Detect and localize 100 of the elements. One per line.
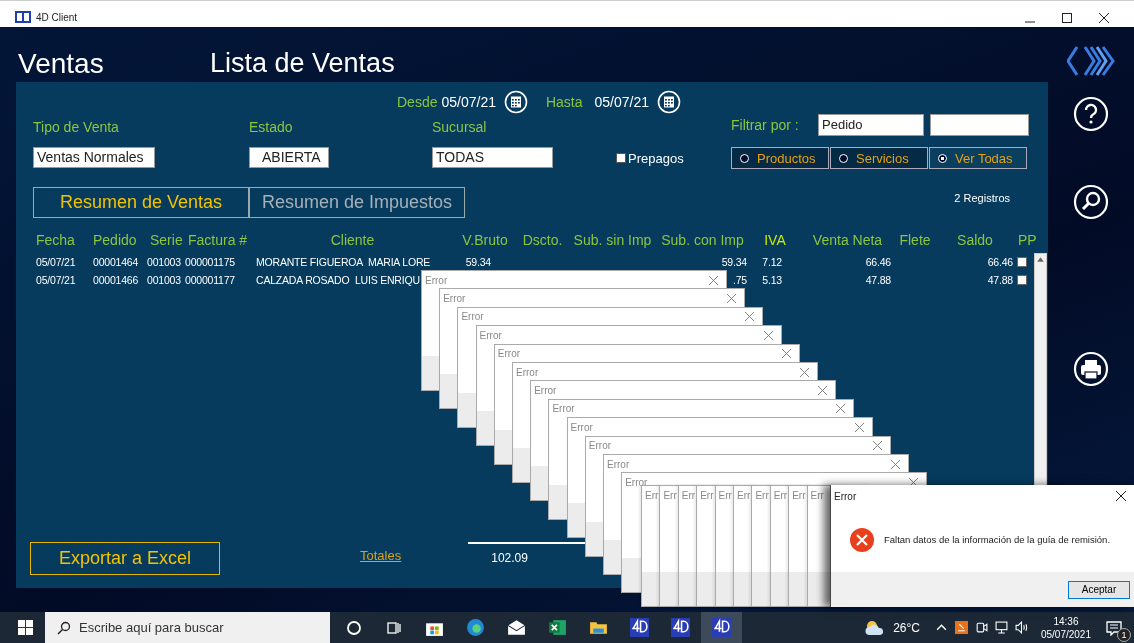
error-dialog-title: Err (737, 489, 751, 501)
spreadsheet-icon (547, 617, 568, 638)
table-cell-text: 47.88 (987, 273, 1014, 288)
sale-type-label: Tipo de Venta (33, 118, 120, 136)
record-count: 2 Registros (954, 192, 1010, 206)
error-dialog-title: Error (443, 292, 466, 304)
error-dialog-title: Error (516, 366, 539, 378)
envelope-icon (506, 617, 527, 638)
table-cell-text: 05/07/21 (35, 273, 77, 288)
browser-icon (465, 617, 486, 638)
scroll-up-icon[interactable] (1035, 254, 1046, 265)
help-icon[interactable] (1073, 96, 1109, 132)
column-header: Factura # (187, 232, 249, 248)
module-title: Ventas (18, 47, 105, 80)
to-label: Hasta (545, 94, 583, 110)
prepaid-checkbox[interactable] (616, 153, 626, 163)
table-cell-text: 5.13 (762, 273, 783, 288)
error-dialog-title: Err (645, 489, 659, 501)
speaker-icon[interactable] (1014, 621, 1028, 634)
total-value: 102.09 (491, 551, 528, 565)
error-message: Faltan datos de la información de la guía de remisión. (884, 534, 1111, 545)
branch-field[interactable]: TODAS (432, 147, 553, 168)
paid-checkbox[interactable] (1017, 257, 1027, 267)
print-icon[interactable] (1073, 351, 1109, 387)
search-icon[interactable] (1073, 184, 1109, 220)
summary-tab[interactable]: Resumen de Ventas (33, 187, 249, 218)
error-dialog-title: Err (700, 489, 714, 501)
from-date[interactable]: 05/07/21 (441, 94, 496, 110)
error-dialog-title: Error (607, 458, 630, 470)
error-dialog-title: Err (681, 489, 696, 501)
table-cell-text: 000001175 (185, 255, 235, 270)
table-cell-text: 001003 (147, 255, 181, 270)
column-header: Pedido (92, 232, 138, 248)
column-header: IVA (763, 232, 787, 248)
error-dialog-title: Error (588, 440, 612, 452)
table-cell-text: 59.34 (465, 255, 492, 270)
error-dialog-title: Error (461, 311, 484, 323)
table-cell-text: .75 (733, 273, 748, 288)
status-field[interactable]: ABIERTA (249, 147, 329, 168)
error-dialog-title: Error (534, 384, 557, 396)
column-header: Venta Neta (811, 232, 884, 248)
summary-tab[interactable]: Resumen de Impuestos (249, 187, 465, 218)
column-header: Sub. con Imp (660, 232, 745, 248)
window-title: 4D Client (36, 11, 78, 23)
export-excel-button[interactable]: Exportar a Excel (30, 542, 220, 575)
table-cell-text: 66.46 (865, 255, 892, 270)
table-cell-text: 05/07/21 (35, 255, 77, 270)
error-dialog-title: Err (663, 489, 677, 501)
camera-icon[interactable] (974, 621, 988, 634)
sale-type-field[interactable]: Ventas Normales (33, 147, 155, 168)
close-icon[interactable] (1099, 13, 1109, 23)
temperature[interactable]: 26°C (893, 620, 920, 635)
column-header: Cliente (329, 232, 376, 248)
accept-button[interactable]: Aceptar (1068, 580, 1130, 599)
network-icon[interactable] (994, 621, 1008, 634)
notification-badge: 1 (1117, 627, 1131, 642)
error-dialog-title: Error (570, 421, 593, 433)
notification-icon[interactable] (1106, 619, 1122, 636)
filter-option[interactable]: Ver Todas (929, 147, 1027, 169)
error-dialog-title: Error (425, 274, 448, 286)
column-header: Dscto. (521, 232, 564, 248)
filter-value-field[interactable] (930, 114, 1029, 136)
table-cell-text: 00001466 (92, 273, 140, 288)
error-icon (850, 527, 874, 552)
table-cell-text: 00001464 (92, 255, 140, 270)
taskbar-app[interactable] (701, 612, 742, 643)
tray-app-icon[interactable] (954, 621, 968, 634)
dialog-title: Error (834, 490, 857, 502)
calendar-icon[interactable] (657, 90, 682, 114)
start-icon[interactable] (18, 620, 33, 635)
app-logo-icon (670, 617, 691, 638)
filter-field[interactable]: Pedido (818, 114, 924, 136)
clock-date[interactable]: 05/07/2021 (1040, 627, 1091, 641)
app-logo-icon (629, 617, 650, 638)
error-dialog-title: Err (792, 489, 806, 501)
paid-checkbox[interactable] (1017, 275, 1027, 285)
filter-option[interactable]: Productos (731, 147, 829, 169)
close-icon[interactable] (1116, 491, 1126, 501)
status-label: Estado (249, 118, 294, 136)
table-cell-text: 47.88 (865, 273, 892, 288)
prepaid-label: Prepagos (628, 150, 684, 166)
column-header: Flete (898, 232, 932, 248)
calendar-icon[interactable] (503, 90, 528, 114)
clock-time[interactable]: 14:36 (1053, 614, 1079, 628)
app-logo-icon (711, 617, 732, 638)
to-date[interactable]: 05/07/21 (594, 94, 650, 110)
error-dialog-title: Error (497, 348, 521, 360)
from-label: Desde (397, 94, 438, 110)
error-dialog-title: Error (479, 329, 502, 341)
table-cell-text: MORANTE FIGUEROA MARIA LORE (255, 255, 432, 270)
taskbar-search-field[interactable]: Escribe aquí para buscar (45, 612, 330, 643)
page-title: Lista de Ventas (210, 48, 395, 79)
column-header: Saldo (956, 232, 994, 248)
filter-label: Filtrar por : (731, 117, 800, 133)
maximize-icon[interactable] (1062, 13, 1072, 23)
app-logo-icon (1067, 44, 1115, 78)
app-logo-icon (15, 11, 31, 23)
column-header: Sub. sin Imp (572, 232, 653, 248)
totals-link[interactable]: Totales (360, 548, 402, 563)
filter-option[interactable]: Servicios (830, 147, 928, 169)
